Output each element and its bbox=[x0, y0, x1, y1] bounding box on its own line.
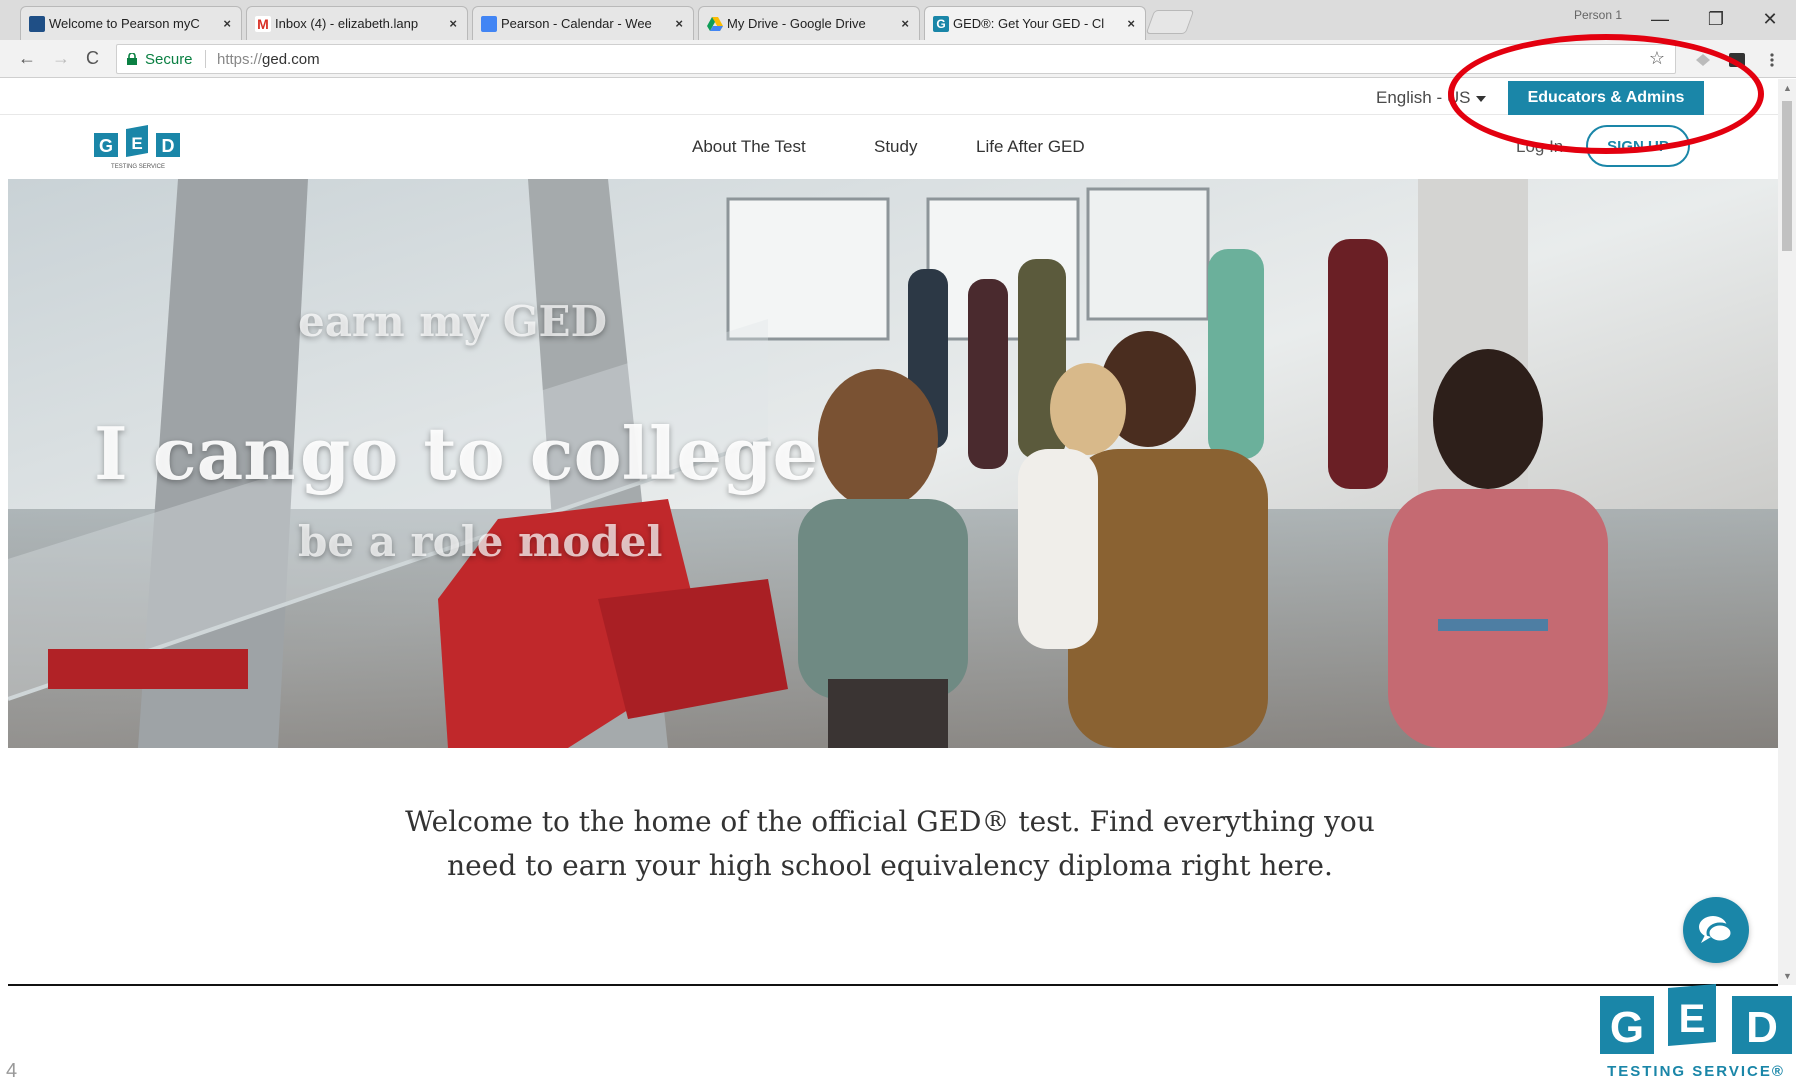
nav-study[interactable]: Study bbox=[874, 137, 917, 157]
close-tab-icon[interactable]: × bbox=[675, 16, 683, 31]
chat-bubble-icon bbox=[1699, 916, 1734, 944]
close-tab-icon[interactable]: × bbox=[449, 16, 457, 31]
tab-title: Welcome to Pearson myC bbox=[49, 16, 200, 31]
hero-banner: earn my GED I can go to college be a rol… bbox=[8, 179, 1778, 748]
tab-title: Inbox (4) - elizabeth.lanp bbox=[275, 16, 419, 31]
logo-letter-g: G bbox=[99, 136, 113, 156]
url-scheme: https:// bbox=[217, 51, 263, 68]
browser-tab-bar: Welcome to Pearson myC × M Inbox (4) - e… bbox=[0, 0, 1796, 40]
welcome-text: Welcome to the home of the official GED®… bbox=[330, 800, 1450, 888]
slide-screenshot: Welcome to Pearson myC × M Inbox (4) - e… bbox=[0, 0, 1796, 1082]
nav-life-after-ged[interactable]: Life After GED bbox=[976, 137, 1085, 157]
close-window-icon[interactable]: ✕ bbox=[1748, 4, 1792, 34]
address-bar[interactable]: Secure https://ged.com ☆ bbox=[116, 44, 1676, 74]
profile-label[interactable]: Person 1 bbox=[1574, 8, 1622, 22]
nav-about-the-test[interactable]: About The Test bbox=[692, 137, 806, 157]
separator bbox=[205, 50, 206, 68]
scroll-up-icon[interactable]: ▲ bbox=[1783, 83, 1792, 93]
lock-icon bbox=[127, 53, 137, 65]
minimize-icon[interactable]: — bbox=[1638, 4, 1682, 34]
corner-logo-letter-e: E bbox=[1679, 997, 1706, 1041]
slide-page-number: 4 bbox=[6, 1060, 18, 1082]
tab-google-drive[interactable]: My Drive - Google Drive × bbox=[698, 6, 920, 40]
drive-favicon-icon bbox=[707, 16, 723, 32]
url-host: ged.com bbox=[262, 51, 320, 68]
secure-label: Secure bbox=[145, 51, 193, 68]
restore-icon[interactable]: ❐ bbox=[1694, 4, 1738, 34]
welcome-line-2: need to earn your high school equivalenc… bbox=[447, 849, 1333, 882]
hero-line-earn-my-ged: earn my GED bbox=[298, 297, 607, 346]
page-scrollbar[interactable]: ▲ ▼ bbox=[1778, 79, 1796, 985]
tab-title: My Drive - Google Drive bbox=[727, 16, 866, 31]
back-icon[interactable]: ← bbox=[18, 48, 36, 69]
tab-pearson-myc[interactable]: Welcome to Pearson myC × bbox=[20, 6, 242, 40]
tab-calendar[interactable]: Pearson - Calendar - Wee × bbox=[472, 6, 694, 40]
logo-tagline: TESTING SERVICE bbox=[111, 164, 165, 170]
close-tab-icon[interactable]: × bbox=[223, 16, 231, 31]
scroll-down-icon[interactable]: ▼ bbox=[1783, 971, 1792, 981]
tab-title: Pearson - Calendar - Wee bbox=[501, 16, 652, 31]
slide-divider bbox=[8, 984, 1778, 986]
annotation-highlight-ellipse bbox=[1448, 34, 1764, 154]
corner-logo-letter-d: D bbox=[1746, 1003, 1778, 1052]
ged-logo[interactable]: G E D TESTING SERVICE bbox=[94, 125, 182, 171]
logo-letter-d: D bbox=[162, 136, 175, 156]
logo-letter-e: E bbox=[131, 134, 142, 153]
menu-kebab-icon[interactable] bbox=[1768, 52, 1776, 68]
reload-icon[interactable]: C bbox=[86, 48, 99, 69]
new-tab-button[interactable] bbox=[1145, 10, 1195, 34]
scroll-thumb[interactable] bbox=[1782, 101, 1792, 251]
tab-gmail-inbox[interactable]: M Inbox (4) - elizabeth.lanp × bbox=[246, 6, 468, 40]
calendar-favicon-icon bbox=[481, 16, 497, 32]
close-tab-icon[interactable]: × bbox=[1127, 16, 1135, 31]
tab-title: GED®: Get Your GED - Cl bbox=[953, 16, 1105, 31]
chat-button[interactable] bbox=[1683, 897, 1749, 963]
ged-corner-logo: G E D TESTING SERVICE® bbox=[1600, 984, 1792, 1080]
gmail-favicon-icon: M bbox=[255, 16, 271, 32]
corner-logo-letter-g: G bbox=[1610, 1003, 1644, 1052]
pearson-favicon-icon bbox=[29, 16, 45, 32]
forward-icon[interactable]: → bbox=[52, 48, 70, 69]
tab-ged-active[interactable]: G GED®: Get Your GED - Cl × bbox=[924, 6, 1146, 40]
hero-line-go-to-college: go to college bbox=[300, 411, 819, 496]
hero-line-prefix: I can bbox=[94, 411, 296, 496]
ged-favicon-icon: G bbox=[933, 16, 949, 32]
close-tab-icon[interactable]: × bbox=[901, 16, 909, 31]
url-text[interactable]: https://ged.com bbox=[217, 51, 320, 68]
hero-line-role-model: be a role model bbox=[298, 517, 663, 566]
welcome-line-1: Welcome to the home of the official GED®… bbox=[405, 805, 1375, 838]
corner-logo-tagline: TESTING SERVICE® bbox=[1607, 1063, 1785, 1080]
